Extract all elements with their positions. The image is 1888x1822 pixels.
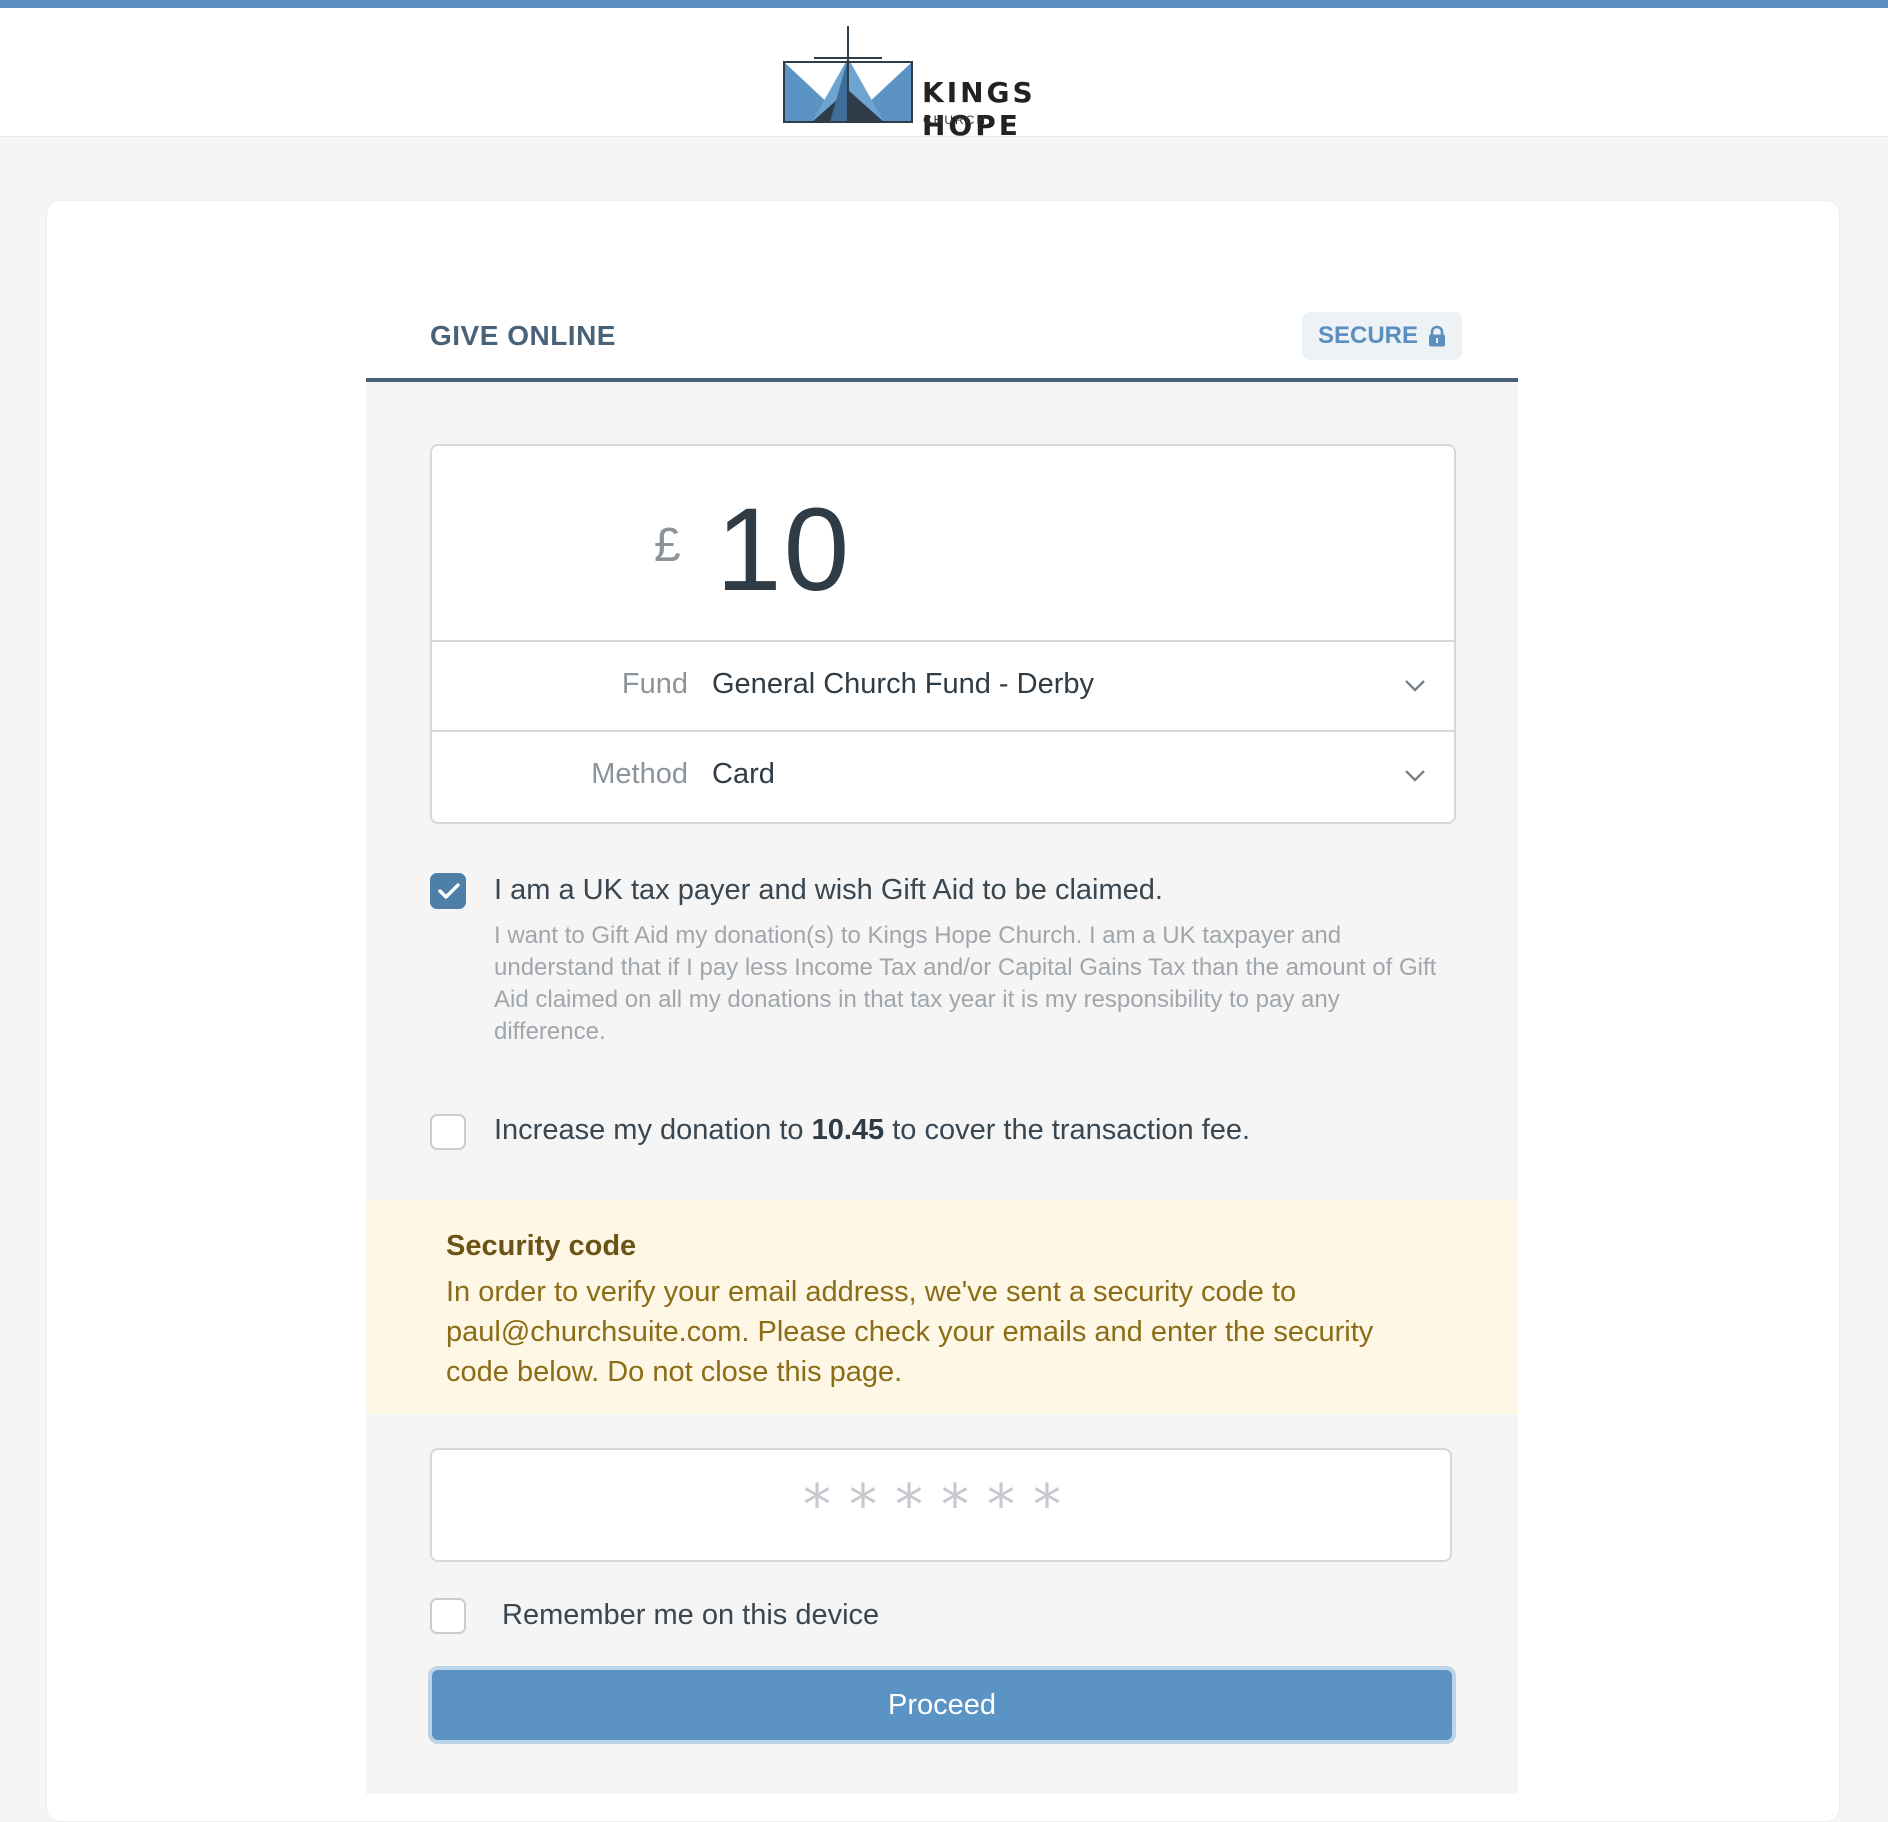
chevron-down-icon[interactable] (1402, 672, 1428, 698)
church-logo[interactable]: KINGS HOPE CHURCH (782, 24, 1102, 142)
notice-body: In order to verify your email address, w… (446, 1276, 1374, 1388)
site-header: KINGS HOPE CHURCH (0, 8, 1888, 142)
currency-symbol: £ (654, 519, 681, 572)
security-code-input[interactable] (430, 1448, 1452, 1562)
security-code-notice: Security code In order to verify your em… (366, 1200, 1518, 1414)
amount-field[interactable]: £ 10 (432, 446, 1454, 642)
top-accent-bar (0, 0, 1888, 8)
cover-fee-prefix: Increase my donation to (494, 1114, 812, 1146)
gift-aid-description: I want to Gift Aid my donation(s) to Kin… (494, 922, 1437, 1045)
method-select[interactable]: Method Card (432, 732, 1454, 820)
give-form-panel: £ 10 Fund General Church Fund - Derby Me… (366, 382, 1518, 1794)
remember-device-label[interactable]: Remember me on this device (502, 1599, 879, 1632)
checkmark-icon (438, 883, 460, 899)
cover-fee-label[interactable]: Increase my donation to 10.45 to cover t… (494, 1114, 1250, 1147)
form-header: GIVE ONLINE SECURE (366, 300, 1518, 382)
proceed-button[interactable]: Proceed (428, 1666, 1456, 1744)
church-logo-mark-icon (783, 26, 913, 123)
chevron-down-icon[interactable] (1402, 762, 1428, 788)
fund-label: Fund (621, 668, 688, 700)
secure-badge: SECURE (1302, 312, 1463, 360)
amount-value[interactable]: 10 (716, 482, 851, 618)
page-title: GIVE ONLINE (430, 320, 616, 351)
church-name: KINGS HOPE (922, 76, 1036, 142)
notice-title: Security code (446, 1230, 637, 1262)
remember-device-checkbox[interactable] (430, 1598, 466, 1634)
gift-aid-label[interactable]: I am a UK tax payer and wish Gift Aid to… (494, 874, 1163, 907)
secure-label: SECURE (1318, 322, 1419, 349)
fund-select[interactable]: Fund General Church Fund - Derby (432, 642, 1454, 732)
fund-value[interactable]: General Church Fund - Derby (712, 668, 1094, 701)
method-value[interactable]: Card (712, 758, 775, 791)
donation-box: £ 10 Fund General Church Fund - Derby Me… (430, 444, 1456, 824)
cover-fee-amount: 10.45 (811, 1114, 885, 1146)
church-subtitle: CHURCH (923, 113, 987, 127)
cover-fee-suffix: to cover the transaction fee. (884, 1114, 1251, 1146)
gift-aid-checkbox[interactable] (430, 873, 466, 909)
lock-icon (1429, 325, 1446, 347)
cover-fee-checkbox[interactable] (430, 1114, 466, 1150)
method-label: Method (591, 758, 688, 790)
